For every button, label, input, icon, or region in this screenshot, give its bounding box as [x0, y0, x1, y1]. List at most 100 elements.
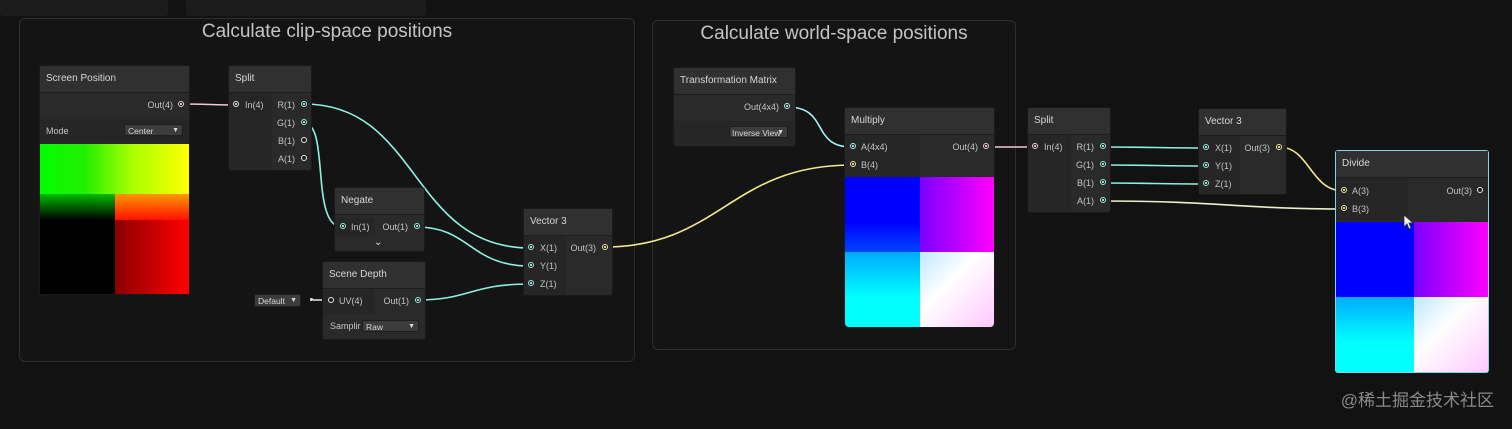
- node-title[interactable]: Divide: [1336, 151, 1488, 178]
- uv-default-dropdown[interactable]: Default ▼: [254, 294, 301, 307]
- node-vector3-2[interactable]: Vector 3 X(1) Y(1) Z(1) Out(3): [1199, 109, 1286, 194]
- node-title[interactable]: Scene Depth: [323, 262, 425, 289]
- chevron-down-icon[interactable]: ⌄: [374, 237, 382, 248]
- wire-vector3-divide-a: [1278, 146, 1345, 192]
- output-port-row[interactable]: Out(3): [1224, 139, 1286, 157]
- input-port-dot[interactable]: [1203, 162, 1209, 168]
- chevron-down-icon: ▼: [290, 297, 297, 304]
- output-port-b[interactable]: B(1): [1054, 174, 1110, 192]
- node-screen-position[interactable]: Screen Position Out(4) Mode Center ▼: [40, 66, 189, 294]
- output-port-dot[interactable]: [414, 223, 420, 229]
- output-port-dot[interactable]: [1100, 143, 1106, 149]
- output-port-label: Out(4): [147, 100, 173, 110]
- output-port-dot[interactable]: [301, 101, 307, 107]
- output-port-row[interactable]: Out(4): [918, 138, 994, 156]
- node-preview: [845, 177, 994, 327]
- chevron-down-icon: ▼: [408, 323, 415, 330]
- node-vector3-1[interactable]: Vector 3 X(1) Y(1) Z(1) Out(3): [524, 209, 612, 295]
- output-port-a[interactable]: A(1): [1054, 192, 1110, 210]
- node-transformation-matrix[interactable]: Transformation Matrix Out(4x4) Inverse V…: [674, 68, 795, 146]
- input-port-dot[interactable]: [1203, 144, 1209, 150]
- output-port-dot[interactable]: [784, 103, 790, 109]
- input-port-dot[interactable]: [850, 143, 856, 149]
- output-port-dot[interactable]: [301, 137, 307, 143]
- node-split-2[interactable]: Split In(4) R(1) G(1) B(1) A(1): [1028, 108, 1110, 212]
- input-port-dot[interactable]: [528, 244, 534, 250]
- sampling-dropdown[interactable]: Raw ▼: [362, 320, 419, 332]
- output-port-dot[interactable]: [983, 143, 989, 149]
- input-port-y[interactable]: Y(1): [524, 257, 557, 275]
- chevron-down-icon: ▼: [172, 127, 179, 134]
- input-port-a[interactable]: A(4x4): [845, 138, 888, 156]
- input-port-z[interactable]: Z(1): [1199, 175, 1232, 193]
- node-negate[interactable]: Negate In(1) Out(1) ⌄: [335, 188, 424, 251]
- node-divide[interactable]: Divide A(3) B(3) Out(3): [1336, 151, 1488, 372]
- output-port-row[interactable]: Out(4x4): [674, 98, 795, 116]
- output-port-dot[interactable]: [415, 297, 421, 303]
- output-port-a[interactable]: A(1): [255, 150, 311, 168]
- node-split-1[interactable]: Split In(4) R(1) G(1) B(1) A(1): [229, 66, 311, 170]
- wire-vector3-multiply-b: [603, 164, 853, 248]
- matrix-type-dropdown[interactable]: Inverse View ▼: [729, 126, 788, 138]
- node-title[interactable]: Transformation Matrix: [674, 68, 795, 95]
- wire-matrix-multiply-a: [786, 106, 853, 148]
- input-port-dot[interactable]: [528, 262, 534, 268]
- output-port-dot[interactable]: [301, 155, 307, 161]
- output-port-dot[interactable]: [1100, 179, 1106, 185]
- output-port-g[interactable]: G(1): [1054, 156, 1110, 174]
- input-port-b[interactable]: B(4): [845, 156, 878, 174]
- watermark: @稀土掘金技术社区: [1340, 391, 1494, 410]
- input-port-dot[interactable]: [1341, 205, 1347, 211]
- node-title[interactable]: Multiply: [845, 108, 994, 135]
- input-port-dot[interactable]: [233, 101, 239, 107]
- output-port-dot[interactable]: [1100, 197, 1106, 203]
- input-port-y[interactable]: Y(1): [1199, 157, 1232, 175]
- input-port-dot[interactable]: [850, 161, 856, 167]
- connection-wires: [182, 103, 1345, 301]
- node-title[interactable]: Vector 3: [1199, 109, 1286, 136]
- output-port-dot[interactable]: [301, 119, 307, 125]
- node-title[interactable]: Split: [1028, 108, 1110, 135]
- wire-split-b-vector3-z: [1101, 182, 1207, 185]
- input-port-z[interactable]: Z(1): [524, 275, 557, 293]
- input-port-row[interactable]: UV(4): [323, 292, 363, 310]
- node-preview: [40, 144, 189, 294]
- input-port-dot[interactable]: [340, 223, 346, 229]
- mode-dropdown[interactable]: Center ▼: [124, 124, 183, 136]
- node-title[interactable]: Negate: [335, 188, 424, 215]
- node-title[interactable]: Split: [229, 66, 311, 93]
- output-port-r[interactable]: R(1): [255, 96, 311, 114]
- output-port-g[interactable]: G(1): [255, 114, 311, 132]
- mode-label: Mode: [46, 126, 69, 136]
- output-port-dot[interactable]: [1100, 161, 1106, 167]
- output-port-row[interactable]: Out(1): [360, 218, 424, 236]
- type-row: Inverse View ▼: [674, 121, 795, 146]
- wire-split-a-divide-b: [1101, 200, 1345, 210]
- sampling-label: Samplir: [330, 321, 361, 331]
- uv-default-connector-dot: [310, 298, 313, 301]
- output-port-row[interactable]: Out(4): [40, 96, 189, 114]
- input-port-a[interactable]: A(3): [1336, 182, 1369, 200]
- input-port-dot[interactable]: [1203, 180, 1209, 186]
- node-title[interactable]: Screen Position: [40, 66, 189, 93]
- node-title[interactable]: Vector 3: [524, 209, 612, 236]
- node-scene-depth[interactable]: Scene Depth UV(4) Out(1) Samplir Raw ▼: [323, 262, 425, 339]
- wire-split-g-vector3-y: [1101, 164, 1207, 167]
- output-port-dot[interactable]: [1477, 187, 1483, 193]
- output-port-row[interactable]: Out(3): [550, 239, 612, 257]
- output-port-row[interactable]: Out(3): [1412, 182, 1488, 200]
- output-port-dot[interactable]: [178, 101, 184, 107]
- input-port-dot[interactable]: [528, 280, 534, 286]
- output-port-b[interactable]: B(1): [255, 132, 311, 150]
- input-port-dot[interactable]: [328, 297, 334, 303]
- output-port-row[interactable]: Out(1): [359, 292, 425, 310]
- wire-depth-vector3-z: [416, 283, 531, 301]
- node-multiply[interactable]: Multiply A(4x4) B(4) Out(4): [845, 108, 994, 327]
- output-port-dot[interactable]: [1276, 144, 1282, 150]
- output-port-r[interactable]: R(1): [1054, 138, 1110, 156]
- input-port-dot[interactable]: [1341, 187, 1347, 193]
- input-port-dot[interactable]: [1032, 143, 1038, 149]
- mouse-cursor-icon: [1403, 214, 1415, 230]
- output-port-dot[interactable]: [602, 244, 608, 250]
- input-port-b[interactable]: B(3): [1336, 200, 1369, 218]
